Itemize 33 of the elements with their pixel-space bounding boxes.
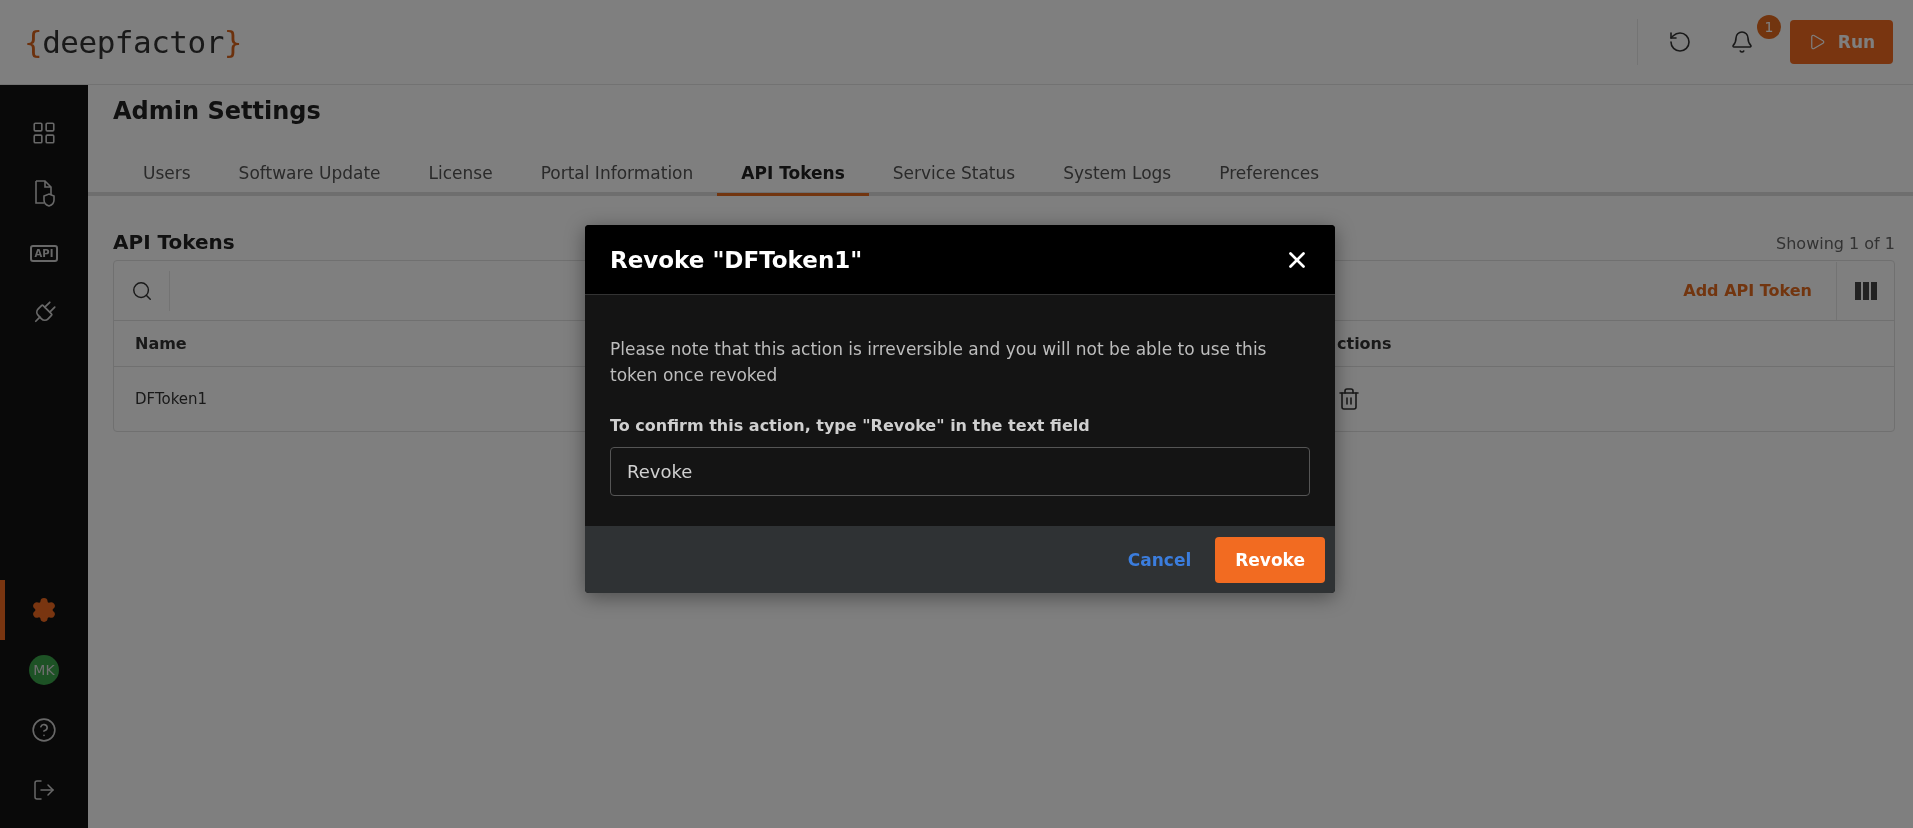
- notification-count: 1: [1757, 15, 1781, 39]
- revoke-button[interactable]: Revoke: [1215, 536, 1325, 583]
- tab[interactable]: API Tokens: [717, 163, 869, 196]
- tab[interactable]: Software Update: [214, 163, 405, 196]
- dialog-title: Revoke "DFToken1": [610, 246, 863, 273]
- tab[interactable]: Service Status: [868, 163, 1040, 196]
- page-title: Admin Settings: [112, 96, 322, 125]
- search-icon: [130, 279, 153, 302]
- api-icon: API: [29, 244, 59, 262]
- columns-icon: [1854, 281, 1877, 300]
- run-button[interactable]: Run: [1790, 20, 1893, 64]
- column-header: Name: [135, 334, 187, 353]
- section-title: API Tokens: [113, 230, 235, 254]
- table-cell: DFToken1: [135, 390, 208, 408]
- logo: {deepfactor}: [24, 24, 242, 60]
- tab[interactable]: Portal Information: [516, 163, 718, 196]
- help-icon: [31, 717, 57, 743]
- tab[interactable]: Users: [119, 163, 215, 196]
- dialog-message: Please note that this action is irreversible and you will not be able to use this token once revoked: [610, 338, 1268, 387]
- column-header: ctions: [1337, 334, 1392, 353]
- dashboard-icon: [31, 120, 57, 146]
- confirm-input-field[interactable]: Revoke: [610, 447, 1310, 496]
- logout-icon: [32, 778, 56, 802]
- cancel-button[interactable]: Cancel: [1121, 548, 1198, 571]
- tab[interactable]: Preferences: [1195, 163, 1344, 196]
- delete-icon[interactable]: [1337, 387, 1361, 411]
- sidebar-item[interactable]: API: [0, 223, 88, 283]
- add-token-button[interactable]: Add API Token: [1659, 281, 1836, 300]
- tab[interactable]: License: [404, 163, 517, 196]
- document-shield-icon: [32, 179, 56, 207]
- field-label: To confirm this action, type "Revoke" in the text field: [610, 416, 1091, 435]
- result-count: Showing 1 of 1: [1776, 234, 1895, 253]
- tab[interactable]: System Logs: [1039, 163, 1196, 196]
